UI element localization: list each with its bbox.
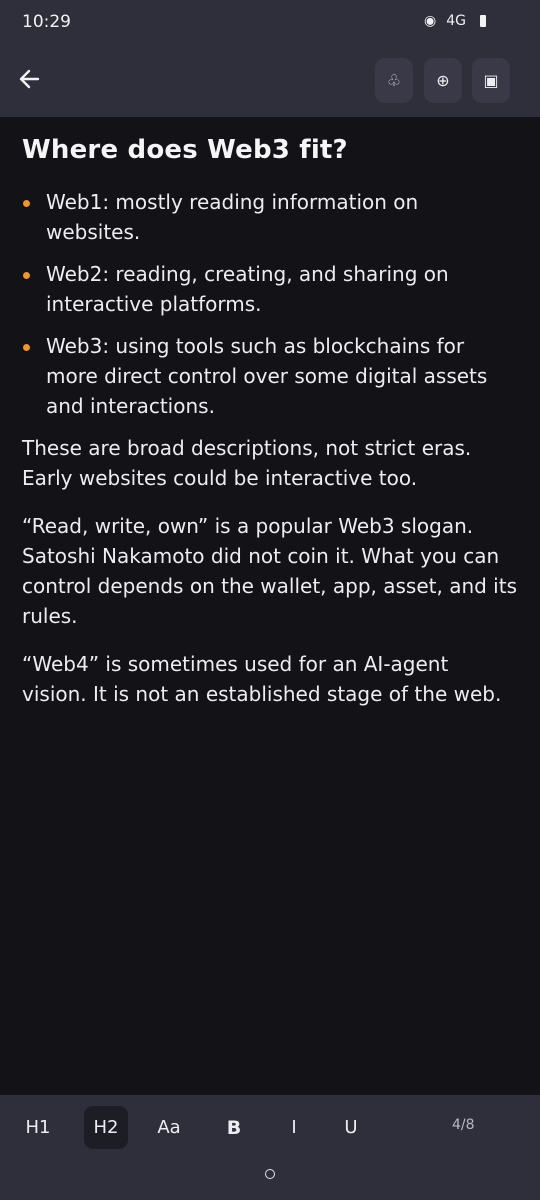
underline-button[interactable]: U [329, 1106, 373, 1149]
document-content[interactable]: Where does Web3 fit? Web1: mostly readin… [22, 117, 518, 727]
list-item: Web3: using tools such as blockchains fo… [22, 331, 518, 421]
network-type: 4G [446, 13, 466, 29]
paragraph: “Read, write, own” is a popular Web3 slo… [22, 514, 517, 628]
add-circle-tool-button[interactable]: ⊕ [424, 58, 462, 103]
heading2-button[interactable]: H2 [84, 1106, 128, 1149]
back-button[interactable] [12, 62, 46, 96]
add-circle-icon: ⊕ [436, 71, 450, 90]
paragraph: These are broad descriptions, not strict… [22, 436, 472, 490]
paragraph: “Web4” is sometimes used for an AI-agent… [22, 652, 502, 706]
list-item: Web1: mostly reading information on webs… [22, 187, 518, 247]
page-title: Where does Web3 fit? [22, 135, 348, 165]
list-item-text: Web3: using tools such as blockchains fo… [46, 334, 488, 418]
status-indicators: ◉ 4G [424, 13, 486, 29]
italic-button[interactable]: I [272, 1106, 316, 1149]
page-counter: 4/8 [452, 1117, 475, 1133]
list-item: Web2: reading, creating, and sharing on … [22, 259, 518, 319]
app-bar: ♧ ⊕ ▣ [0, 48, 540, 117]
square-tool-button[interactable]: ▣ [472, 58, 510, 103]
font-size-button[interactable]: Aa [147, 1106, 191, 1149]
list-item-text: Web1: mostly reading information on webs… [46, 190, 419, 244]
home-indicator-icon[interactable] [265, 1169, 275, 1179]
club-icon: ♧ [386, 71, 402, 90]
bold-button[interactable]: B [212, 1106, 256, 1149]
status-bar: 10:29 ◉ 4G [0, 0, 540, 48]
signal-icon: ◉ [424, 13, 437, 29]
heading1-button[interactable]: H1 [16, 1106, 60, 1149]
bullet-list: Web1: mostly reading information on webs… [22, 187, 518, 421]
club-tool-button[interactable]: ♧ [375, 58, 413, 103]
square-icon: ▣ [483, 71, 499, 90]
bullet-icon [23, 272, 30, 279]
list-item-text: Web2: reading, creating, and sharing on … [46, 262, 449, 316]
bullet-icon [23, 200, 30, 207]
battery-icon [480, 15, 486, 27]
bullet-icon [23, 344, 30, 351]
status-time: 10:29 [22, 12, 71, 32]
arrow-left-icon [19, 69, 40, 89]
formatting-toolbar: H1 H2 Aa B I U 4/8 [0, 1095, 540, 1200]
